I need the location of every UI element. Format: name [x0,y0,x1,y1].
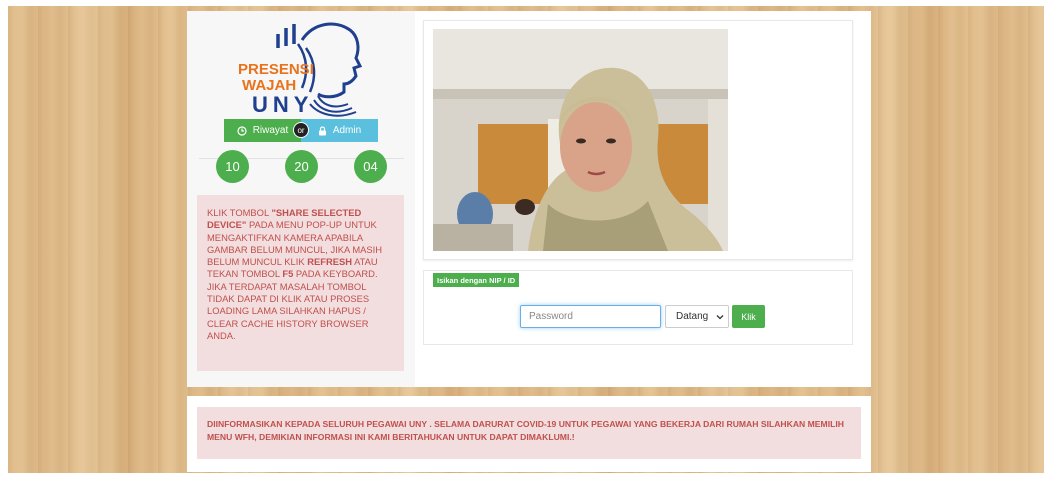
attendance-type-select[interactable]: Datang [665,305,729,328]
chevron-down-icon [716,314,724,319]
camera-instructions-alert: KLIK TOMBOL "SHARE SELECTED DEVICE" PADA… [197,195,404,371]
admin-button[interactable]: Admin [301,119,378,142]
clock-icon [237,125,247,136]
notice-bold-f5: F5 [282,268,294,280]
nip-label: Isikan dengan NIP / ID [433,273,520,287]
webcam-image [433,29,728,251]
webcam-feed [433,29,728,251]
or-badge: or [293,122,309,138]
presensi-wajah-uny-logo: PRESENSI WAJAH UNY [238,22,363,117]
clock-seconds: 04 [354,150,387,183]
notice-text-1: KLIK TOMBOL [207,207,272,218]
riwayat-button[interactable]: Riwayat [224,119,301,142]
admin-label: Admin [332,125,362,136]
logo-line-presensi: PRESENSI [238,61,314,78]
riwayat-label: Riwayat [252,125,289,136]
notice-bold-refresh: REFRESH [307,256,352,268]
password-input[interactable] [520,305,661,328]
klik-button[interactable]: Klik [732,305,765,328]
covid-info-alert: DIINFORMASIKAN KEPADA SELURUH PEGAWAI UN… [197,407,861,459]
lock-icon [318,125,326,135]
logo-line-uny: UNY [252,92,313,117]
select-value: Datang [676,311,709,322]
clock-minutes: 20 [285,150,318,183]
clock-hours: 10 [216,150,249,183]
